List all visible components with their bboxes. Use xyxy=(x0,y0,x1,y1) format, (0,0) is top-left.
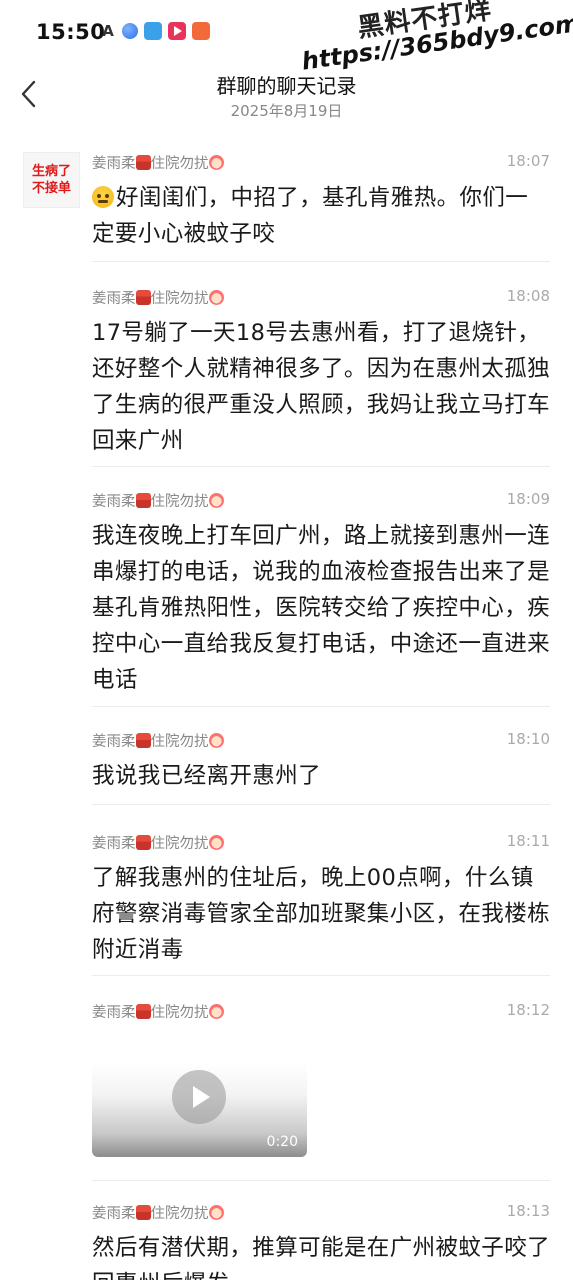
worried-face-icon xyxy=(92,186,114,208)
clown-emoji-icon xyxy=(208,290,224,305)
status-time: 15:50 xyxy=(36,20,106,44)
gift-emoji-icon xyxy=(135,733,151,748)
message-item[interactable]: 姜雨柔 住院勿扰 18:11 了解我惠州的住址后，晚上00点啊，什么镇府警察消毒管… xyxy=(92,832,550,968)
video-duration: 0:20 xyxy=(266,1134,298,1150)
message-text: 我说我已经离开惠州了 xyxy=(92,763,322,789)
video-app-icon xyxy=(168,22,186,40)
blue-app-icon xyxy=(122,23,138,39)
gift-emoji-icon xyxy=(135,835,151,850)
clown-emoji-icon xyxy=(208,835,224,850)
sender-name: 姜雨柔 住院勿扰 xyxy=(92,152,224,173)
message-time: 18:08 xyxy=(506,287,550,305)
message-time: 18:13 xyxy=(506,1202,550,1220)
divider xyxy=(92,466,550,467)
sender-name: 姜雨柔 住院勿扰 xyxy=(92,1001,224,1022)
message-item[interactable]: 姜雨柔住院勿扰 18:13 然后有潜伏期，推算可能是在广州被蚊子咬了回惠州后爆发 xyxy=(92,1202,550,1280)
gift-emoji-icon xyxy=(135,155,151,170)
message-text: 17号躺了一天18号去惠州看，打了退烧针，还好整个人就精神很多了。因为在惠州太孤… xyxy=(92,320,551,454)
gift-emoji-icon xyxy=(135,290,151,305)
gift-emoji-icon xyxy=(135,1205,151,1220)
clown-emoji-icon xyxy=(208,1004,224,1019)
page-title: 群聊的聊天记录 xyxy=(216,74,357,98)
sender-name: 姜雨柔 住院勿扰 xyxy=(92,1202,224,1223)
avatar-line1: 生病了 xyxy=(31,164,71,179)
clown-emoji-icon xyxy=(208,493,224,508)
message-item[interactable]: 姜雨柔 住院勿扰 18:12 xyxy=(92,1001,550,1023)
message-time: 18:11 xyxy=(506,832,550,850)
sender-name: 姜雨柔 住院勿扰 xyxy=(92,287,224,308)
sender-name: 姜雨柔 住院勿扰 xyxy=(92,730,224,751)
page-date: 2025年8月19日 xyxy=(230,102,343,120)
avatar[interactable]: 生病了 不接单 xyxy=(23,152,80,208)
divider xyxy=(92,261,550,262)
message-time: 18:12 xyxy=(506,1001,550,1019)
message-text: 然后有潜伏期，推算可能是在广州被蚊子咬了回惠州后爆发 xyxy=(92,1235,551,1280)
message-item[interactable]: 姜雨柔 住院勿扰 18:08 17号躺了一天18号去惠州看，打了退烧针，还好整个人… xyxy=(92,287,550,459)
message-time: 18:09 xyxy=(506,490,550,508)
shield-app-icon xyxy=(192,22,210,40)
clown-emoji-icon xyxy=(208,155,224,170)
header: 群聊的聊天记录 2025年8月19日 xyxy=(0,62,573,134)
play-icon[interactable] xyxy=(172,1070,226,1124)
gift-emoji-icon xyxy=(135,1004,151,1019)
message-text: 了解我惠州的住址后，晚上00点啊，什么镇府警察消毒管家全部加班聚集小区，在我楼栋… xyxy=(92,865,551,963)
message-item[interactable]: 姜雨柔 住院勿扰 18:09 我连夜晚上打车回广州，路上就接到惠州一连串爆打的电话… xyxy=(92,490,550,698)
auto-icon: A xyxy=(102,22,114,40)
clown-emoji-icon xyxy=(208,733,224,748)
message-time: 18:10 xyxy=(506,730,550,748)
message-time: 18:07 xyxy=(506,152,550,170)
message-item[interactable]: 姜雨柔 住院勿扰 18:10 我说我已经离开惠州了 xyxy=(92,730,550,794)
message-item[interactable]: 姜雨柔 住院勿扰 18:07 好闺闺们，中招了，基孔肯雅热。你们一定要小心被蚊子咬 xyxy=(92,152,550,252)
gift-emoji-icon xyxy=(135,493,151,508)
message-text: 我连夜晚上打车回广州，路上就接到惠州一连串爆打的电话，说我的血液检查报告出来了是… xyxy=(92,523,551,693)
sender-name: 姜雨柔 住院勿扰 xyxy=(92,490,224,511)
divider xyxy=(92,1180,550,1181)
divider xyxy=(92,804,550,805)
book-app-icon xyxy=(144,22,162,40)
sender-name: 姜雨柔 住院勿扰 xyxy=(92,832,224,853)
divider xyxy=(92,975,550,976)
video-message[interactable]: 0:20 xyxy=(92,1062,307,1157)
divider xyxy=(92,706,550,707)
clown-emoji-icon xyxy=(208,1205,224,1220)
message-text: 好闺闺们，中招了，基孔肯雅热。你们一定要小心被蚊子咬 xyxy=(92,185,529,247)
avatar-line2: 不接单 xyxy=(31,181,71,196)
status-icons: A xyxy=(100,22,210,40)
